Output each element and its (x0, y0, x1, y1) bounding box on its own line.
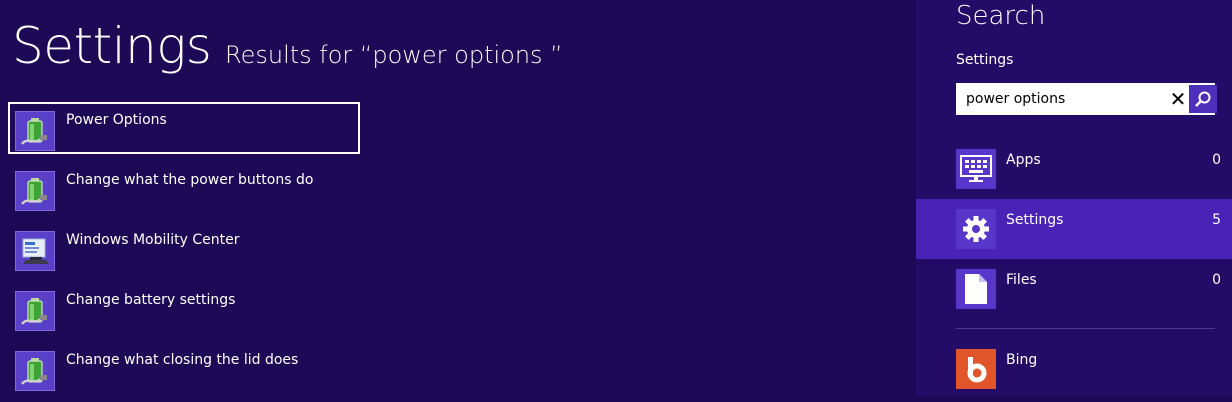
close-icon: ✕ (1169, 87, 1187, 111)
clear-search-button[interactable]: ✕ (1164, 85, 1192, 113)
result-label: Windows Mobility Center (66, 232, 240, 248)
scope-count: 0 (1212, 152, 1221, 168)
mobility-center-icon (15, 231, 55, 271)
result-mobility-center[interactable]: Windows Mobility Center (8, 222, 360, 274)
scope-settings[interactable]: Settings 5 (916, 199, 1232, 259)
battery-icon (15, 171, 55, 211)
file-icon (956, 269, 996, 309)
battery-icon (15, 291, 55, 331)
search-scope-label: Settings (956, 52, 1014, 68)
search-heading: Search (956, 1, 1046, 31)
battery-icon (15, 111, 55, 151)
search-button[interactable] (1189, 85, 1217, 113)
results-pane: Settings Results for “power options ” Po… (0, 0, 916, 396)
scope-label: Files (1006, 272, 1037, 288)
scope-count: 5 (1212, 212, 1221, 228)
battery-icon (15, 351, 55, 391)
gear-icon (956, 209, 996, 249)
scope-label: Bing (1006, 352, 1038, 368)
result-power-buttons[interactable]: Change what the power buttons do (8, 162, 360, 214)
results-list: Power Options Change what the power butt… (8, 102, 908, 402)
results-subtitle: Results for “power options ” (225, 41, 563, 69)
scope-apps[interactable]: Apps 0 (916, 139, 1232, 199)
scope-bing[interactable]: Bing (916, 339, 1232, 399)
result-closing-lid[interactable]: Change what closing the lid does (8, 342, 360, 394)
scope-label: Settings (1006, 212, 1064, 228)
page-title: Settings (12, 17, 212, 75)
scope-label: Apps (1006, 152, 1041, 168)
result-power-options[interactable]: Power Options (8, 102, 360, 154)
bing-icon (956, 349, 996, 389)
divider (956, 328, 1215, 329)
search-pane: Search Settings ✕ Apps (916, 0, 1232, 396)
scope-count: 0 (1212, 272, 1221, 288)
result-label: Change what closing the lid does (66, 352, 299, 368)
result-label: Power Options (66, 112, 167, 128)
search-box: ✕ (956, 83, 1217, 115)
apps-keyboard-icon (956, 149, 996, 189)
search-icon (1195, 91, 1211, 107)
result-label: Change what the power buttons do (66, 172, 314, 188)
result-label: Change battery settings (66, 292, 236, 308)
result-battery-settings[interactable]: Change battery settings (8, 282, 360, 334)
scope-files[interactable]: Files 0 (916, 259, 1232, 319)
search-input[interactable] (956, 83, 1161, 115)
